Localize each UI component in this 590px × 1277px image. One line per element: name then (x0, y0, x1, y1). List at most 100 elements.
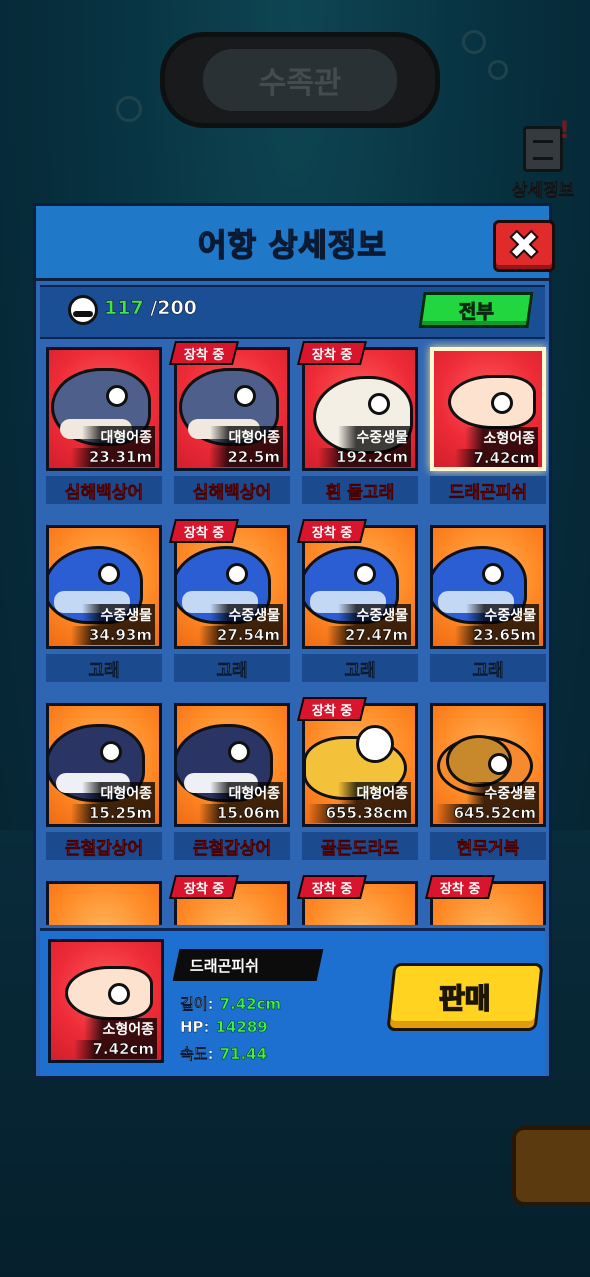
close-icon: ✖ (506, 223, 541, 269)
capacity-icon (68, 295, 98, 325)
creature-type-label: 수중생물 (466, 604, 539, 626)
creature-name: 고래 (430, 654, 546, 682)
creature-name: 심해백상어 (174, 476, 290, 504)
creature-type-label: 대형어종 (82, 426, 155, 448)
creature-name: 큰철갑상어 (174, 832, 290, 860)
close-button[interactable]: ✖ (493, 220, 555, 272)
selected-type-label: 소형어종 (84, 1018, 157, 1040)
creature-card[interactable]: 대형어종 22.5m 장착 중심해백상어 (169, 341, 294, 507)
creature-card[interactable]: 수중생물 192.2cm 장착 중흰 돌고래 (297, 341, 422, 507)
creature-name: 고래 (302, 654, 418, 682)
equipped-badge: 장착 중 (169, 341, 239, 365)
creature-card[interactable]: 수중생물 27.54m 장착 중 고래 (169, 519, 294, 685)
creature-name: 현무거북 (430, 832, 546, 860)
creature-thumbnail: 수중생물 34.93m (46, 525, 162, 649)
equipped-badge: 장착 중 (425, 875, 495, 899)
creature-size-label: 23.65m (454, 626, 539, 645)
creature-card[interactable]: 대형어종 23.31m 심해백상어 (46, 347, 166, 507)
stat-speed-value: 71.44 (219, 1045, 268, 1064)
creature-size-label: 27.47m (326, 626, 411, 645)
creature-type-label: 대형어종 (82, 782, 155, 804)
selected-size-label: 7.42cm (74, 1040, 157, 1059)
selected-creature-panel: 소형어종 7.42cm 드래곤피쉬 길이: 7.42cm HP: 14289 속도:… (40, 928, 545, 1076)
modal-title: 어항 상세정보 (197, 227, 387, 265)
creature-thumbnail: 대형어종 22.5m (174, 347, 290, 471)
creature-card[interactable] (46, 881, 166, 925)
equipped-badge: 장착 중 (297, 875, 367, 899)
modal-header: 어항 상세정보 ✖ (36, 206, 555, 281)
creature-card[interactable]: 대형어종 15.06m 큰철갑상어 (174, 703, 294, 863)
equipped-badge: 장착 중 (297, 341, 367, 365)
creature-card[interactable]: 장착 중 (297, 875, 422, 925)
sell-button[interactable]: 판매 (386, 963, 544, 1031)
stat-length: 길이: 7.42cm (180, 993, 282, 1014)
stat-length-label: 길이: (180, 995, 214, 1013)
stat-hp-label: HP: (180, 1018, 210, 1036)
dragonfish-art (65, 966, 153, 1020)
capacity-counter: 117 /200 (104, 297, 198, 320)
creature-type-label: 소형어종 (465, 427, 538, 449)
creature-type-label: 수중생물 (466, 782, 539, 804)
creature-thumbnail: 수중생물 27.47m (302, 525, 418, 649)
creature-card[interactable]: 수중생물 23.65m 고래 (430, 525, 548, 685)
creature-size-label: 655.38cm (307, 804, 411, 823)
creature-type-label: 수중생물 (338, 426, 411, 448)
creature-thumbnail (46, 881, 162, 925)
creature-card[interactable]: 수중생물 645.52cm 현무거북 (430, 703, 548, 863)
creature-type-label: 대형어종 (338, 782, 411, 804)
creature-type-label: 대형어종 (210, 426, 283, 448)
creature-thumbnail: 수중생물 23.65m (430, 525, 546, 649)
capacity-current: 117 (104, 297, 144, 320)
equipped-badge: 장착 중 (169, 519, 239, 543)
creature-thumbnail: 대형어종 15.25m (46, 703, 162, 827)
creature-thumbnail: 수중생물 192.2cm (302, 347, 418, 471)
creature-card[interactable]: 소형어종 7.42cm 드래곤피쉬 (430, 347, 548, 507)
creature-name: 고래 (174, 654, 290, 682)
creature-thumbnail: 수중생물 645.52cm (430, 703, 546, 827)
creature-size-label: 23.31m (70, 448, 155, 467)
creature-card[interactable]: 수중생물 27.47m 장착 중 고래 (297, 519, 422, 685)
creature-name: 흰 돌고래 (302, 476, 418, 504)
stat-hp: HP: 14289 (180, 1018, 268, 1037)
creature-card[interactable]: 대형어종 15.25m 큰철갑상어 (46, 703, 166, 863)
tank-detail-modal: 어항 상세정보 ✖ 117 /200 전부 대형어종 23.31m 심해백상어 대형어… (33, 203, 555, 1079)
creature-size-label: 15.06m (198, 804, 283, 823)
creature-size-label: 7.42cm (455, 449, 538, 467)
creature-thumbnail: 소형어종 7.42cm (430, 347, 546, 471)
creature-size-label: 34.93m (70, 626, 155, 645)
creature-size-label: 192.2cm (318, 448, 411, 467)
selected-name-banner: 드래곤피쉬 (172, 949, 324, 981)
creature-type-label: 수중생물 (338, 604, 411, 626)
creature-name: 심해백상어 (46, 476, 162, 504)
creature-card[interactable]: 대형어종 655.38cm 장착 중 골든도라도 (297, 697, 422, 863)
creature-card[interactable]: 장착 중 (169, 875, 294, 925)
capacity-max: /200 (150, 297, 197, 320)
filter-all-button[interactable]: 전부 (418, 292, 534, 328)
creature-type-label: 수중생물 (82, 604, 155, 626)
stat-speed-label: 속도: (180, 1045, 214, 1063)
filter-all-label: 전부 (458, 300, 494, 323)
creature-size-label: 645.52cm (435, 804, 539, 823)
creature-thumbnail: 대형어종 655.38cm (302, 703, 418, 827)
stat-length-value: 7.42cm (219, 995, 282, 1014)
stat-hp-value: 14289 (215, 1018, 268, 1037)
creature-thumbnail: 수중생물 27.54m (174, 525, 290, 649)
creature-name: 골든도라도 (302, 832, 418, 860)
capacity-toolbar: 117 /200 전부 (40, 285, 545, 339)
creature-card[interactable]: 수중생물 34.93m 고래 (46, 525, 166, 685)
sell-label: 판매 (438, 981, 491, 1016)
stat-speed: 속도: 71.44 (180, 1043, 268, 1064)
selected-name: 드래곤피쉬 (190, 956, 260, 975)
equipped-badge: 장착 중 (169, 875, 239, 899)
creature-card[interactable]: 장착 중 (425, 875, 548, 925)
creature-name: 드래곤피쉬 (430, 476, 546, 504)
creature-grid[interactable]: 대형어종 23.31m 심해백상어 대형어종 22.5m 장착 중 심해백상어 수중생물 192… (40, 341, 548, 925)
creature-type-label: 수중생물 (210, 604, 283, 626)
creature-size-label: 27.54m (198, 626, 283, 645)
equipped-badge: 장착 중 (297, 519, 367, 543)
creature-type-label: 대형어종 (210, 782, 283, 804)
creature-thumbnail: 대형어종 23.31m (46, 347, 162, 471)
creature-size-label: 15.25m (70, 804, 155, 823)
creature-thumbnail: 대형어종 15.06m (174, 703, 290, 827)
selected-creature-thumbnail: 소형어종 7.42cm (48, 939, 164, 1063)
